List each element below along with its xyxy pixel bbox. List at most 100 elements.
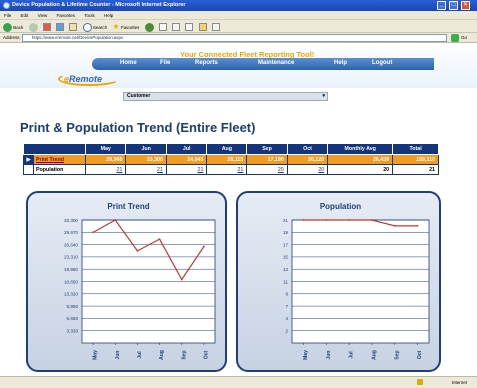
y-tick-label: 19: [283, 230, 289, 235]
menu-favorites[interactable]: Favorites: [57, 13, 76, 18]
forward-icon: [28, 22, 38, 32]
y-tick-label: 13: [283, 267, 289, 272]
mail-icon: [172, 23, 181, 32]
chevron-down-icon: ▾: [322, 93, 325, 99]
population-link[interactable]: 20: [246, 164, 288, 175]
data-point: [371, 219, 373, 221]
home-button[interactable]: [69, 21, 78, 33]
x-tick-label: Sep: [394, 350, 400, 359]
table-cell: 26,438: [327, 154, 394, 165]
x-tick-label: Oct: [417, 351, 423, 360]
stop-button[interactable]: [42, 21, 51, 33]
nav-logout[interactable]: Logout: [372, 60, 392, 66]
nav-home[interactable]: Home: [120, 60, 137, 66]
population-chart: Population 2 4 7 9 11 13 15 17 19 21 May Jun Jul Aug Se…: [283, 202, 430, 360]
print-icon: [185, 23, 194, 32]
population-link[interactable]: 21: [84, 164, 127, 175]
page-title: Print & Population Trend (Entire Fleet): [20, 120, 256, 135]
stop-icon: [42, 23, 51, 32]
status-bar: Internet: [0, 376, 477, 388]
data-point: [416, 224, 419, 227]
y-tick-label: 21: [283, 218, 289, 223]
y-tick-label: 33,300: [64, 218, 78, 223]
table-header: Oct: [286, 143, 329, 155]
logo: eRemote: [64, 74, 103, 84]
menu-edit[interactable]: Edit: [21, 13, 29, 18]
data-point: [302, 219, 305, 221]
y-tick-label: 19,980: [64, 267, 78, 272]
y-tick-label: 9,990: [67, 304, 79, 309]
customer-select[interactable]: Customer ▾: [123, 92, 328, 101]
y-tick-label: 13,320: [64, 292, 78, 297]
nav-file[interactable]: File: [160, 60, 170, 66]
x-tick-label: Jul: [349, 351, 355, 359]
search-button[interactable]: Search: [82, 21, 107, 33]
table-header: Total: [392, 143, 439, 155]
home-icon: [69, 23, 78, 32]
x-tick-label: Jun: [326, 351, 332, 360]
x-tick-label: Aug: [159, 350, 165, 360]
minimize-icon[interactable]: _: [437, 1, 446, 10]
menu-file[interactable]: File: [4, 13, 11, 18]
nav-reports[interactable]: Reports: [195, 60, 218, 66]
media-button[interactable]: [144, 21, 154, 33]
y-tick-label: 15: [283, 255, 289, 260]
forward-button[interactable]: [28, 21, 38, 33]
population-link[interactable]: 21: [206, 164, 248, 175]
back-button[interactable]: Back: [3, 21, 23, 33]
media-icon: [144, 22, 154, 32]
mail-button[interactable]: [172, 21, 181, 33]
edit-icon: [198, 23, 207, 32]
print-trend-link[interactable]: Print Trend: [33, 154, 86, 165]
back-icon: [3, 22, 12, 32]
table-row: ▶ Print Trend 29,960 33,300 24,945 28,11…: [23, 154, 439, 165]
x-tick-label: Sep: [181, 350, 187, 359]
menu-tools[interactable]: Tools: [84, 13, 95, 18]
close-icon[interactable]: ×: [461, 1, 470, 10]
table-header: Sep: [246, 143, 288, 155]
star-icon: ★: [112, 22, 120, 31]
favorites-button[interactable]: ★ Favorites: [112, 20, 139, 32]
table-header-row: May Jun Jul Aug Sep Oct Monthly Avg Tota…: [23, 143, 439, 155]
menu-bar: File Edit View Favorites Tools Help: [0, 11, 477, 20]
population-link[interactable]: 21: [165, 164, 208, 175]
refresh-button[interactable]: [56, 21, 65, 33]
menu-view[interactable]: View: [38, 13, 48, 18]
go-icon[interactable]: [451, 34, 459, 42]
data-point: [136, 249, 139, 252]
data-point: [393, 224, 396, 227]
y-tick-label: 4: [285, 316, 288, 321]
x-tick-label: Jun: [115, 351, 121, 360]
table-header: Monthly Avg: [327, 143, 394, 155]
population-link[interactable]: 21: [125, 164, 167, 175]
data-point: [325, 219, 328, 221]
population-link[interactable]: 20: [286, 164, 329, 175]
go-label[interactable]: Go: [461, 33, 467, 42]
row-selector-empty: [23, 164, 34, 175]
discuss-button[interactable]: [211, 21, 220, 33]
address-input[interactable]: https://www.eremote.net/DevicePopulation…: [22, 34, 447, 42]
y-tick-label: 17: [283, 242, 289, 247]
table-header: Jul: [165, 143, 208, 155]
edit-button[interactable]: [198, 21, 207, 33]
history-button[interactable]: [158, 21, 167, 33]
x-tick-label: May: [93, 350, 99, 360]
menu-help[interactable]: Help: [104, 13, 113, 18]
print-button[interactable]: [185, 21, 194, 33]
y-tick-label: 11: [283, 279, 288, 284]
nav-help[interactable]: Help: [334, 60, 347, 66]
page-content: Your Connected Fleet Reporting Tool! Hom…: [0, 44, 477, 376]
y-tick-label: 7: [285, 304, 288, 309]
maximize-icon[interactable]: □: [449, 1, 458, 10]
y-tick-label: 3,330: [67, 329, 79, 334]
print-trend-chart: Print Trend 3,330 6,660 9,990 13,320 16,650 19…: [64, 202, 216, 360]
browser-toolbar: Back Search ★ Favorites: [0, 20, 477, 33]
nav-maintenance[interactable]: Maintenance: [258, 60, 294, 66]
x-tick-label: Oct: [203, 351, 209, 360]
table-cell: 28,115: [206, 154, 248, 165]
address-label: Address: [3, 35, 20, 40]
table-header: Aug: [206, 143, 248, 155]
population-panel: Population 2 4 7 9 11 13 15 17 19 21 May Jun Jul Aug Se…: [236, 191, 441, 372]
table-row: Population 21 21 21 21 20 20 20 21: [23, 164, 439, 175]
data-point: [348, 219, 350, 221]
